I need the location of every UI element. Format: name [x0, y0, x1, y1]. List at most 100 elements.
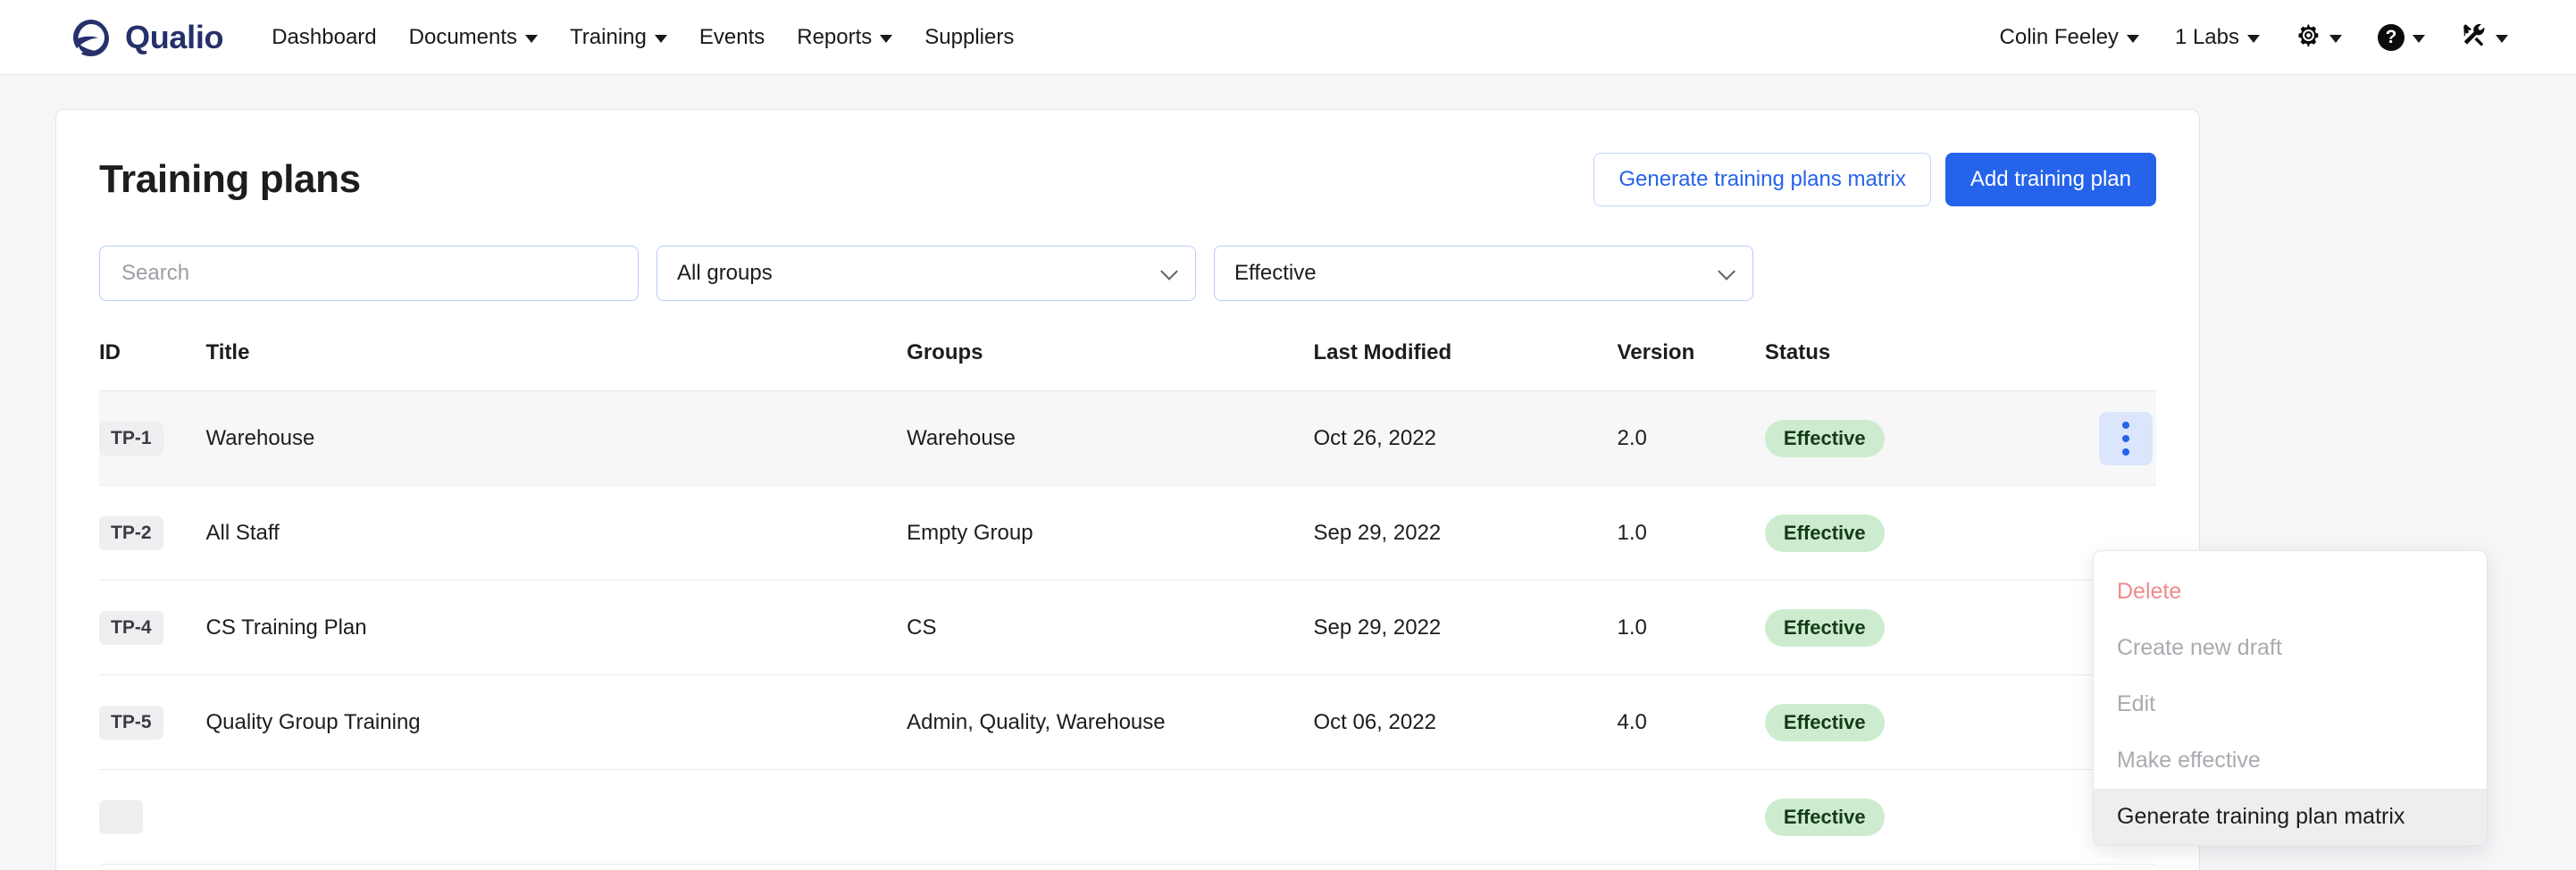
column-header-status[interactable]: Status [1765, 340, 2023, 391]
generate-training-plans-matrix-button[interactable]: Generate training plans matrix [1593, 153, 1931, 206]
cell-version: 4.0 [1618, 675, 1765, 770]
chevron-down-icon [2127, 35, 2139, 43]
card-header: Training plans Generate training plans m… [99, 110, 2156, 206]
nav-item-suppliers[interactable]: Suppliers [908, 16, 1030, 59]
cell-version: 1.0 [1618, 581, 1765, 675]
nav-item-dashboard[interactable]: Dashboard [255, 16, 392, 59]
tools-menu[interactable] [2443, 13, 2526, 62]
nav-item-events[interactable]: Events [683, 16, 781, 59]
cell-version [1618, 770, 1765, 865]
page-title: Training plans [99, 157, 361, 202]
chevron-down-icon [2329, 35, 2342, 43]
chevron-down-icon [1718, 263, 1735, 280]
add-training-plan-button[interactable]: Add training plan [1945, 153, 2156, 206]
table-header-row: ID Title Groups Last Modified Version St… [99, 340, 2156, 391]
tools-icon [2461, 21, 2488, 53]
table-row[interactable]: TP-2 All Staff Empty Group Sep 29, 2022 … [99, 486, 2156, 581]
cell-title[interactable] [206, 770, 907, 865]
column-header-modified[interactable]: Last Modified [1313, 340, 1617, 391]
company-menu-label: 1 Labs [2175, 25, 2239, 50]
cell-id: TP-1 [99, 391, 206, 486]
nav-item-reports[interactable]: Reports [781, 16, 908, 59]
menu-item-make-effective[interactable]: Make effective [2094, 732, 2487, 789]
nav-item-label: Dashboard [272, 25, 376, 50]
column-header-id[interactable]: ID [99, 340, 206, 391]
cell-groups: Admin, Quality, Warehouse [907, 675, 1313, 770]
cell-status: Effective [1765, 581, 2023, 675]
nav-item-training[interactable]: Training [554, 16, 683, 59]
kebab-dot-icon [2122, 422, 2129, 429]
help-menu[interactable]: ? [2360, 15, 2443, 60]
cell-title[interactable]: Quality Group Training [206, 675, 907, 770]
cell-modified: Sep 29, 2022 [1313, 581, 1617, 675]
gear-icon [2296, 22, 2321, 53]
table-row[interactable]: TP-1 Warehouse Warehouse Oct 26, 2022 2.… [99, 391, 2156, 486]
menu-item-generate-training-plan-matrix[interactable]: Generate training plan matrix [2094, 789, 2487, 845]
cell-id: TP-5 [99, 675, 206, 770]
cell-version: 1.0 [1618, 486, 1765, 581]
column-header-actions [2023, 340, 2156, 391]
cell-modified: Sep 29, 2022 [1313, 486, 1617, 581]
nav-item-label: Events [699, 25, 765, 50]
menu-item-delete[interactable]: Delete [2094, 564, 2487, 620]
search-input[interactable] [120, 260, 618, 287]
row-actions-menu-button[interactable] [2099, 412, 2153, 465]
cell-groups: CS [907, 581, 1313, 675]
nav-item-label: Reports [797, 25, 872, 50]
menu-item-create-new-draft[interactable]: Create new draft [2094, 620, 2487, 676]
id-badge: TP-5 [99, 706, 163, 740]
group-filter-value: All groups [677, 261, 773, 286]
status-badge: Effective [1765, 609, 1885, 647]
settings-menu[interactable] [2278, 13, 2360, 62]
training-plans-card: Training plans Generate training plans m… [55, 109, 2200, 870]
cell-groups: Warehouse [907, 391, 1313, 486]
group-filter-select[interactable]: All groups [657, 246, 1196, 301]
nav-item-label: Documents [409, 25, 517, 50]
search-field[interactable] [99, 246, 639, 301]
cell-title[interactable]: All Staff [206, 486, 907, 581]
chevron-down-icon [880, 35, 892, 43]
id-badge: TP-1 [99, 422, 163, 456]
status-badge: Effective [1765, 514, 1885, 552]
cell-title[interactable]: CS Training Plan [206, 581, 907, 675]
chevron-down-icon [1160, 263, 1178, 280]
header-actions: Generate training plans matrix Add train… [1593, 153, 2156, 206]
cell-status: Effective [1765, 770, 2023, 865]
help-icon: ? [2378, 24, 2405, 51]
cell-title[interactable]: Warehouse [206, 391, 907, 486]
chevron-down-icon [2247, 35, 2260, 43]
cell-version: 2.0 [1618, 391, 1765, 486]
page-body: Training plans Generate training plans m… [0, 75, 2576, 870]
column-header-version[interactable]: Version [1618, 340, 1765, 391]
column-header-title[interactable]: Title [206, 340, 907, 391]
user-menu-label: Colin Feeley [2000, 25, 2119, 50]
cell-id: TP-4 [99, 581, 206, 675]
nav-item-documents[interactable]: Documents [393, 16, 554, 59]
id-badge [99, 800, 143, 834]
brand-logo[interactable]: Qualio [70, 16, 223, 59]
cell-modified: Oct 06, 2022 [1313, 675, 1617, 770]
chevron-down-icon [525, 35, 538, 43]
brand-name: Qualio [125, 19, 223, 56]
cell-groups: Empty Group [907, 486, 1313, 581]
chevron-down-icon [2413, 35, 2425, 43]
table-row[interactable]: Effective [99, 770, 2156, 865]
cell-id: TP-2 [99, 486, 206, 581]
row-actions [2023, 412, 2156, 465]
cell-modified [1313, 770, 1617, 865]
menu-item-edit[interactable]: Edit [2094, 676, 2487, 732]
nav-item-label: Training [570, 25, 647, 50]
company-menu[interactable]: 1 Labs [2157, 16, 2278, 59]
cell-modified: Oct 26, 2022 [1313, 391, 1617, 486]
top-navigation-bar: Qualio Dashboard Documents Training Even… [0, 0, 2576, 75]
id-badge: TP-2 [99, 516, 163, 550]
qualio-logo-icon [70, 16, 113, 59]
table-row[interactable]: TP-4 CS Training Plan CS Sep 29, 2022 1.… [99, 581, 2156, 675]
table-body: TP-1 Warehouse Warehouse Oct 26, 2022 2.… [99, 391, 2156, 865]
column-header-groups[interactable]: Groups [907, 340, 1313, 391]
filter-bar: All groups Effective [99, 246, 2156, 301]
table-row[interactable]: TP-5 Quality Group Training Admin, Quali… [99, 675, 2156, 770]
status-filter-select[interactable]: Effective [1214, 246, 1753, 301]
status-filter-value: Effective [1234, 261, 1317, 286]
user-menu[interactable]: Colin Feeley [1982, 16, 2157, 59]
